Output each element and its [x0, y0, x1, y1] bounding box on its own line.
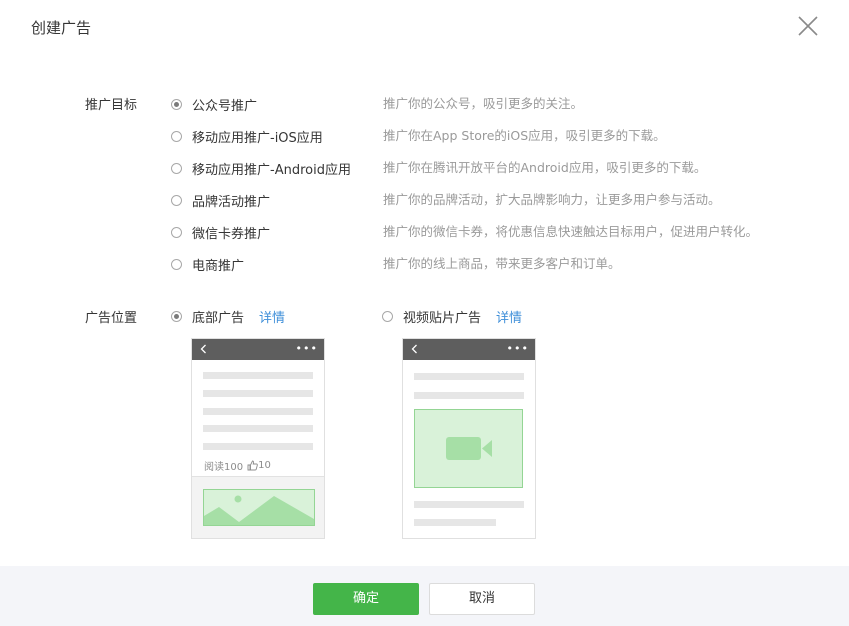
position-section-label: 广告位置 — [85, 311, 138, 326]
article-placeholder-line — [414, 392, 524, 399]
option-label[interactable]: 电商推广 — [192, 255, 244, 274]
target-option-android-app[interactable]: 移动应用推广-Android应用 — [171, 158, 351, 178]
target-option-brand-campaign[interactable]: 品牌活动推广 — [171, 190, 270, 210]
bottom-ad-preview: ••• 阅读100 10 — [191, 338, 325, 539]
article-placeholder-line — [414, 373, 524, 380]
back-icon — [411, 344, 417, 354]
video-camera-icon — [446, 437, 492, 460]
option-label[interactable]: 移动应用推广-Android应用 — [192, 159, 351, 178]
phone-body — [403, 360, 535, 538]
radio-button[interactable] — [171, 130, 182, 142]
article-placeholder-line — [414, 501, 524, 508]
confirm-button[interactable]: 确定 — [313, 583, 419, 615]
article-placeholder-line — [203, 372, 313, 379]
thumbs-up-icon — [247, 460, 258, 471]
video-ad-preview: ••• — [402, 338, 536, 539]
radio-button[interactable] — [171, 194, 182, 206]
target-option-official-account[interactable]: 公众号推广 — [171, 94, 257, 114]
option-label[interactable]: 公众号推广 — [192, 95, 257, 114]
target-option-ios-app[interactable]: 移动应用推广-iOS应用 — [171, 126, 323, 146]
cancel-button[interactable]: 取消 — [429, 583, 535, 615]
option-description: 推广你的品牌活动，扩大品牌影响力，让更多用户参与活动。 — [383, 192, 721, 207]
option-description: 推广你在腾讯开放平台的Android应用，吸引更多的下载。 — [383, 160, 707, 175]
back-icon — [200, 344, 206, 354]
phone-nav-bar: ••• — [403, 339, 535, 360]
option-label[interactable]: 微信卡券推广 — [192, 223, 270, 242]
radio-button[interactable] — [382, 310, 393, 322]
dialog-footer: 确定 取消 — [0, 566, 849, 626]
article-placeholder-line — [203, 425, 313, 432]
target-option-wechat-coupon[interactable]: 微信卡券推广 — [171, 222, 270, 242]
option-description: 推广你的微信卡券，将优惠信息快速触达目标用户，促进用户转化。 — [383, 224, 759, 239]
target-section-label: 推广目标 — [85, 98, 138, 113]
radio-button[interactable] — [171, 258, 182, 270]
radio-button[interactable] — [171, 162, 182, 174]
phone-body: 阅读100 10 — [192, 360, 324, 538]
radio-button[interactable] — [171, 226, 182, 238]
close-icon[interactable] — [796, 14, 820, 38]
option-description: 推广你的线上商品，带来更多客户和订单。 — [383, 256, 621, 271]
phone-nav-bar: ••• — [192, 339, 324, 360]
more-icon: ••• — [295, 342, 318, 355]
option-description: 推广你在App Store的iOS应用，吸引更多的下载。 — [383, 128, 666, 143]
option-label[interactable]: 移动应用推广-iOS应用 — [192, 127, 323, 146]
target-option-ecommerce[interactable]: 电商推广 — [171, 254, 244, 274]
dialog-title: 创建广告 — [31, 19, 92, 37]
like-count: 10 — [258, 460, 271, 471]
article-placeholder-line — [414, 519, 496, 526]
detail-link[interactable]: 详情 — [496, 307, 522, 326]
option-description: 推广你的公众号，吸引更多的关注。 — [383, 96, 584, 111]
image-placeholder-icon — [203, 489, 315, 526]
option-label[interactable]: 品牌活动推广 — [192, 191, 270, 210]
radio-button[interactable] — [171, 310, 182, 322]
position-option-bottom[interactable]: 底部广告 详情 — [171, 306, 285, 326]
article-placeholder-line — [203, 443, 313, 450]
position-option-video[interactable]: 视频贴片广告 详情 — [382, 306, 522, 326]
detail-link[interactable]: 详情 — [259, 307, 285, 326]
radio-button[interactable] — [171, 98, 182, 110]
article-meta: 阅读100 10 — [204, 458, 271, 473]
option-label[interactable]: 底部广告 — [192, 307, 244, 326]
article-placeholder-line — [203, 408, 313, 415]
read-count: 阅读100 — [204, 462, 244, 473]
article-placeholder-line — [203, 390, 313, 397]
more-icon: ••• — [506, 342, 529, 355]
video-placeholder — [414, 409, 523, 488]
ad-slot — [192, 476, 324, 538]
option-label[interactable]: 视频贴片广告 — [403, 307, 481, 326]
